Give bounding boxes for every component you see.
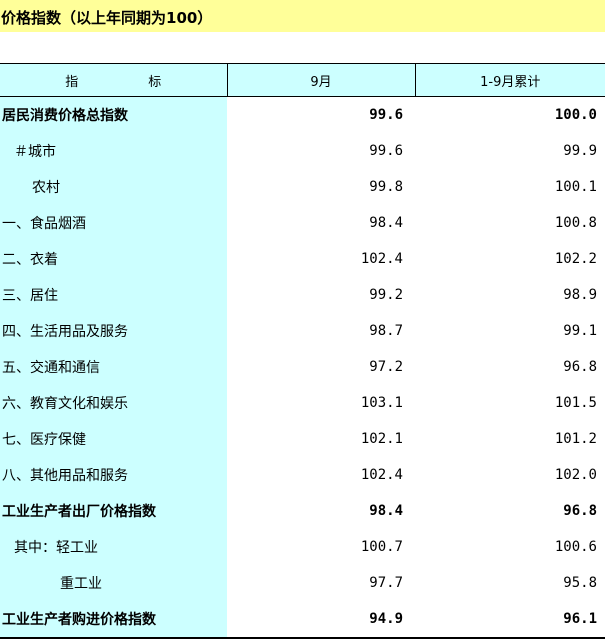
row-ytd-value: 100.6 [554,539,597,555]
row-ytd-value: 96.8 [563,503,597,519]
row-ytd-value: 95.8 [563,575,597,591]
table-row: 七、医疗保健 102.1 101.2 [0,421,605,457]
row-ytd-value: 100.0 [554,107,597,123]
table-title: 价格指数（以上年同期为100） [0,0,605,32]
row-ytd-value: 99.9 [563,143,597,159]
row-month-value: 102.4 [360,251,403,267]
row-ytd-value: 101.2 [554,431,597,447]
row-ytd-value: 96.1 [415,601,605,639]
row-indicator-label: 八、其他用品和服务 [0,457,227,493]
row-month-value: 100.7 [360,539,403,555]
table-row: 居民消费价格总指数 99.6 100.0 [0,96,605,133]
row-month-value: 98.7 [369,323,403,339]
price-index-table: 指标 9月 1-9月累计 居民消费价格总指数 99.6 100.0 ＃城市 99.6 99… [0,63,605,639]
row-ytd-value: 102.2 [554,251,597,267]
row-ytd-value: 96.8 [563,359,597,375]
row-indicator-label: 二、衣着 [0,241,227,277]
row-indicator-label: 重工业 [0,565,227,601]
row-ytd-value: 99.1 [563,323,597,339]
row-indicator-label: 工业生产者出厂价格指数 [0,493,227,529]
table-row: 八、其他用品和服务 102.4 102.0 [0,457,605,493]
row-month-value: 94.9 [227,601,415,639]
row-month-value: 103.1 [360,395,403,411]
row-month-value: 102.1 [360,431,403,447]
row-ytd-value: 100.8 [554,215,597,231]
row-indicator-label: 一、食品烟酒 [0,205,227,241]
row-indicator-label: 其中：轻工业 [0,529,227,565]
row-indicator-label: 农村 [0,169,227,205]
table-row: 其中：轻工业 100.7 100.6 [0,529,605,565]
row-indicator-label: 六、教育文化和娱乐 [0,385,227,421]
row-ytd-value: 101.5 [554,395,597,411]
row-month-value: 97.2 [369,359,403,375]
table-row: 二、衣着 102.4 102.2 [0,241,605,277]
table-row: ＃城市 99.6 99.9 [0,133,605,169]
table-row: 重工业 97.7 95.8 [0,565,605,601]
table-row: 四、生活用品及服务 98.7 99.1 [0,313,605,349]
row-ytd-value: 102.0 [554,467,597,483]
table-row: 六、教育文化和娱乐 103.1 101.5 [0,385,605,421]
row-ytd-value: 98.9 [563,287,597,303]
header-ytd: 1-9月累计 [414,63,605,97]
header-row: 指标 9月 1-9月累计 [0,63,605,97]
row-indicator-label: 居民消费价格总指数 [0,96,227,133]
header-month: 9月 [226,63,415,97]
row-month-value: 99.2 [369,287,403,303]
table-row: 三、居住 99.2 98.9 [0,277,605,313]
row-indicator-label: 七、医疗保健 [0,421,227,457]
row-indicator-label: 工业生产者购进价格指数 [0,601,227,639]
row-month-value: 99.6 [369,143,403,159]
table-row: 一、食品烟酒 98.4 100.8 [0,205,605,241]
row-month-value: 99.6 [369,107,403,123]
table-row: 工业生产者购进价格指数 94.9 96.1 [0,601,605,639]
row-month-value: 97.7 [369,575,403,591]
row-month-value: 99.8 [369,179,403,195]
table-row: 工业生产者出厂价格指数 98.4 96.8 [0,493,605,529]
row-indicator-label: 三、居住 [0,277,227,313]
row-indicator-label: 四、生活用品及服务 [0,313,227,349]
row-month-value: 98.4 [369,215,403,231]
row-indicator-label: 五、交通和通信 [0,349,227,385]
header-indicator: 指标 [0,63,227,97]
row-month-value: 98.4 [369,503,403,519]
row-ytd-value: 100.1 [554,179,597,195]
row-indicator-label: ＃城市 [0,133,227,169]
row-month-value: 102.4 [360,467,403,483]
table-row: 五、交通和通信 97.2 96.8 [0,349,605,385]
table-row: 农村 99.8 100.1 [0,169,605,205]
